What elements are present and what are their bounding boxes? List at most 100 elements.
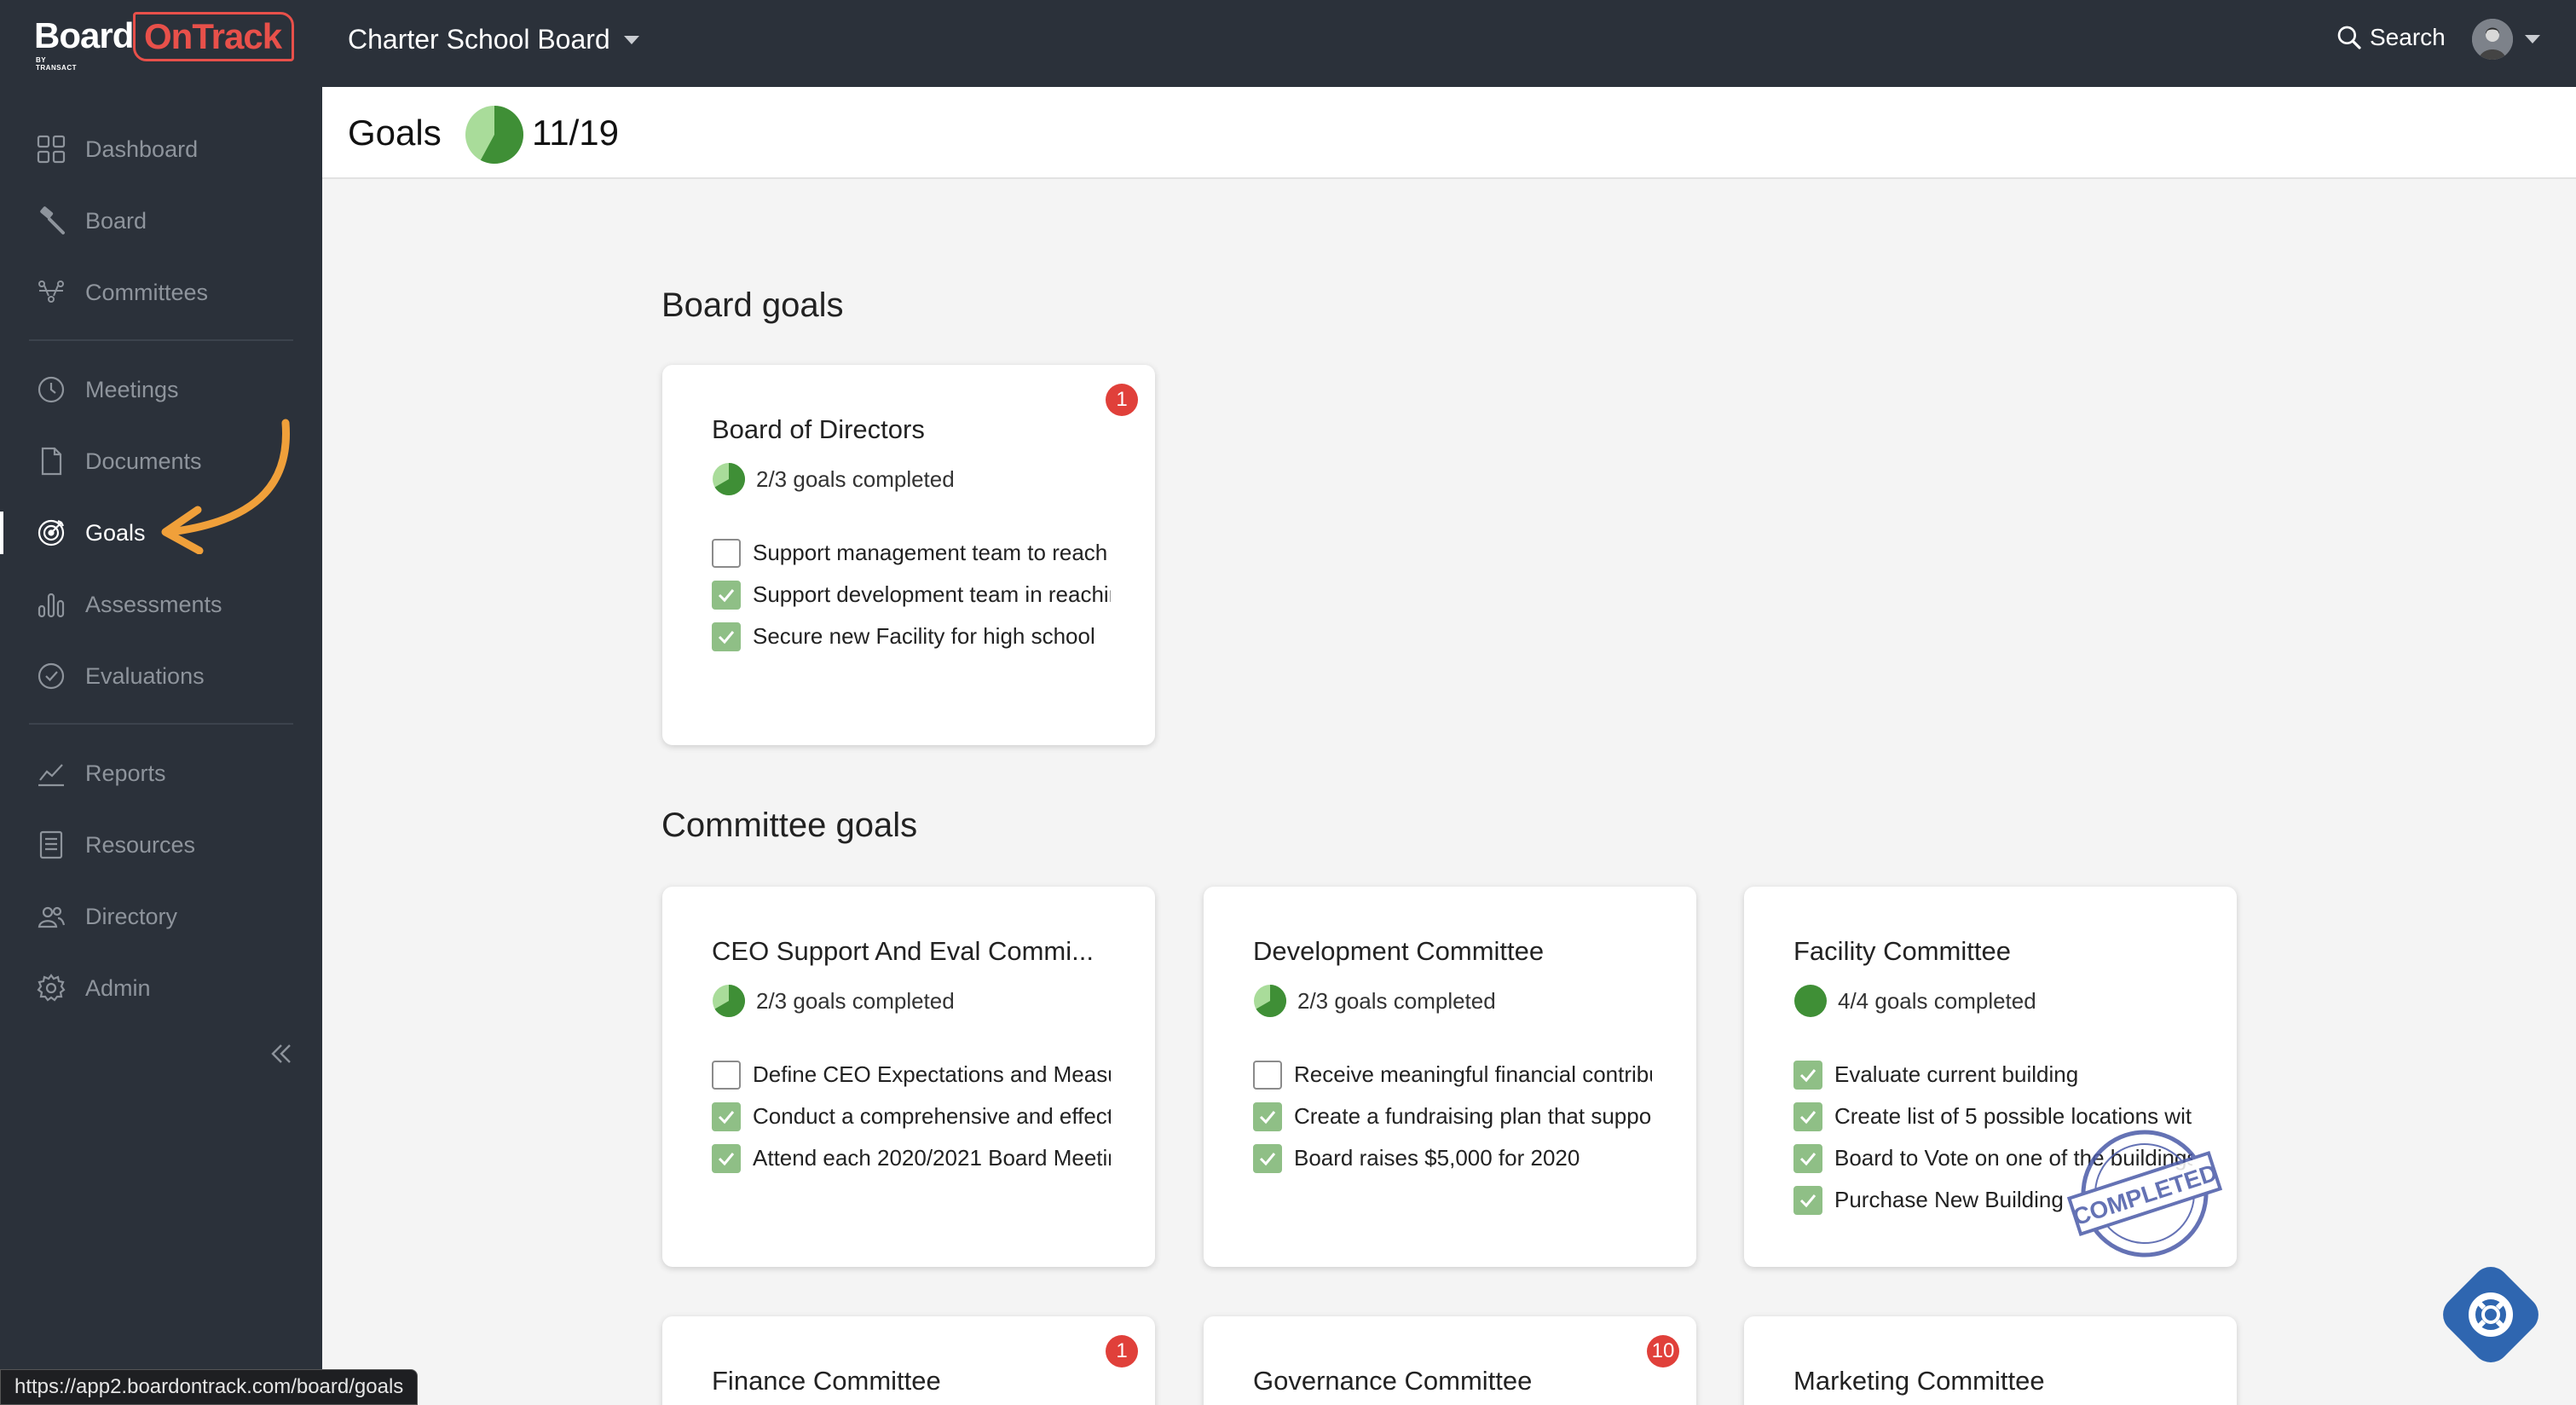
sidebar-item-resources[interactable]: Resources	[0, 815, 322, 875]
sidebar-item-committees[interactable]: Committees	[0, 263, 322, 322]
goal-card-ceo-support[interactable]: CEO Support And Eval Commi... 2/3 goals …	[662, 887, 1155, 1267]
line-chart-icon	[34, 756, 68, 790]
sidebar-item-dashboard[interactable]: Dashboard	[0, 119, 322, 179]
goal-checkbox[interactable]	[1253, 1060, 1282, 1090]
goal-card-governance[interactable]: 10 Governance Committee	[1204, 1316, 1696, 1405]
progress-text: 2/3 goals completed	[756, 465, 955, 492]
dashboard-icon	[34, 132, 68, 166]
goal-card-facility[interactable]: Facility Committee 4/4 goals completed E…	[1744, 887, 2237, 1267]
goal-checkbox[interactable]	[1253, 1101, 1282, 1131]
goal-text[interactable]: Receive meaningful financial contributio…	[1294, 1061, 1652, 1088]
goal-checkbox[interactable]	[1793, 1143, 1822, 1173]
goal-list: Define CEO Expectations and Measures Con…	[712, 1054, 1121, 1179]
help-button[interactable]	[2431, 1255, 2550, 1374]
search-button[interactable]: Search	[2336, 24, 2446, 51]
goal-checkbox[interactable]	[712, 580, 741, 610]
goal-text[interactable]: Support development team in reaching	[753, 581, 1111, 608]
checkmark-icon	[718, 588, 735, 602]
goal-item: Conduct a comprehensive and effective	[712, 1096, 1121, 1137]
goal-text[interactable]: Support management team to reach	[753, 540, 1111, 566]
check-circle-icon	[34, 659, 68, 693]
checkmark-icon	[1259, 1152, 1276, 1165]
committee-goals-heading: Committee goals	[661, 807, 918, 844]
gear-icon	[34, 971, 68, 1005]
notification-badge: 1	[1106, 384, 1138, 416]
goal-item: Create a fundraising plan that supports	[1253, 1096, 1662, 1137]
logo-by-text: BY TRANSACT	[36, 56, 77, 72]
goal-text[interactable]: Create a fundraising plan that supports	[1294, 1103, 1652, 1130]
goal-card-marketing[interactable]: Marketing Committee	[1744, 1316, 2237, 1405]
document-icon	[34, 444, 68, 478]
goal-checkbox[interactable]	[712, 538, 741, 568]
checkmark-icon	[718, 1110, 735, 1124]
sidebar-item-meetings[interactable]: Meetings	[0, 360, 322, 419]
sidebar-divider	[29, 723, 293, 725]
sidebar-item-directory[interactable]: Directory	[0, 887, 322, 946]
checkmark-icon	[1799, 1110, 1816, 1124]
user-menu[interactable]	[2472, 19, 2540, 60]
card-title: Finance Committee	[712, 1366, 941, 1396]
goals-count: 11/19	[532, 113, 619, 153]
notification-badge: 10	[1647, 1335, 1679, 1367]
sidebar-item-label: Goals	[85, 519, 146, 546]
goal-checkbox[interactable]	[712, 1101, 741, 1131]
checkmark-icon	[1799, 1152, 1816, 1165]
org-name: Charter School Board	[348, 24, 610, 55]
goal-checkbox[interactable]	[712, 622, 741, 651]
goal-text[interactable]: Attend each 2020/2021 Board Meeting	[753, 1145, 1111, 1171]
goal-checkbox[interactable]	[1253, 1143, 1282, 1173]
sidebar-item-board[interactable]: Board	[0, 191, 322, 251]
sidebar-item-reports[interactable]: Reports	[0, 743, 322, 803]
sidebar-item-label: Directory	[85, 903, 178, 929]
goal-text[interactable]: Board raises $5,000 for 2020	[1294, 1145, 1652, 1171]
sidebar-item-admin[interactable]: Admin	[0, 958, 322, 1018]
card-title: Development Committee	[1253, 936, 1545, 966]
arrow-annotation-icon	[161, 419, 291, 554]
chevron-down-icon	[623, 35, 639, 44]
sidebar-item-evaluations[interactable]: Evaluations	[0, 646, 322, 706]
sidebar-item-label: Resources	[85, 831, 196, 858]
goal-card-board-of-directors[interactable]: 1 Board of Directors 2/3 goals completed…	[662, 365, 1155, 745]
board-goals-heading: Board goals	[661, 286, 844, 324]
goal-card-development[interactable]: Development Committee 2/3 goals complete…	[1204, 887, 1696, 1267]
collapse-sidebar-button[interactable]	[266, 1038, 297, 1069]
page-title: Goals	[348, 113, 442, 153]
org-switcher[interactable]: Charter School Board	[348, 24, 639, 55]
goal-item: Secure new Facility for high school	[712, 616, 1121, 657]
goal-text[interactable]: Evaluate current building	[1834, 1061, 2192, 1088]
sidebar-item-label: Reports	[85, 760, 166, 786]
bar-chart-icon	[34, 587, 68, 622]
status-url-bar: https://app2.boardontrack.com/board/goal…	[0, 1369, 419, 1405]
goal-checkbox[interactable]	[1793, 1101, 1822, 1131]
logo-ontrack-text: OnTrack	[133, 12, 295, 61]
progress-pie-icon	[465, 106, 524, 164]
goal-text[interactable]: Define CEO Expectations and Measures	[753, 1061, 1111, 1088]
progress-text: 2/3 goals completed	[756, 987, 955, 1014]
goal-item: Receive meaningful financial contributio…	[1253, 1054, 1662, 1096]
checkmark-icon	[1799, 1068, 1816, 1082]
goal-text[interactable]: Conduct a comprehensive and effective	[753, 1103, 1111, 1130]
goal-text[interactable]: Secure new Facility for high school	[753, 623, 1111, 650]
committees-icon	[34, 275, 68, 309]
goal-checkbox[interactable]	[1793, 1185, 1822, 1215]
page-header: Goals 11/19	[322, 87, 2576, 179]
sidebar-item-assessments[interactable]: Assessments	[0, 575, 322, 634]
goal-checkbox[interactable]	[1793, 1060, 1822, 1090]
card-title: Board of Directors	[712, 414, 925, 444]
goal-item: Define CEO Expectations and Measures	[712, 1054, 1121, 1096]
goal-item: Support management team to reach	[712, 532, 1121, 574]
sidebar-item-label: Admin	[85, 974, 151, 1001]
goal-card-finance[interactable]: 1 Finance Committee	[662, 1316, 1155, 1405]
checkmark-icon	[1799, 1194, 1816, 1207]
card-progress: 2/3 goals completed	[712, 462, 955, 496]
progress-text: 4/4 goals completed	[1838, 987, 2036, 1014]
goal-checkbox[interactable]	[712, 1060, 741, 1090]
checkmark-icon	[718, 630, 735, 644]
goal-checkbox[interactable]	[712, 1143, 741, 1173]
goal-item: Support development team in reaching	[712, 574, 1121, 616]
gavel-icon	[34, 204, 68, 238]
progress-pie-icon	[1794, 985, 1827, 1017]
people-icon	[34, 899, 68, 934]
checkmark-icon	[718, 1152, 735, 1165]
progress-pie-icon	[713, 985, 746, 1017]
